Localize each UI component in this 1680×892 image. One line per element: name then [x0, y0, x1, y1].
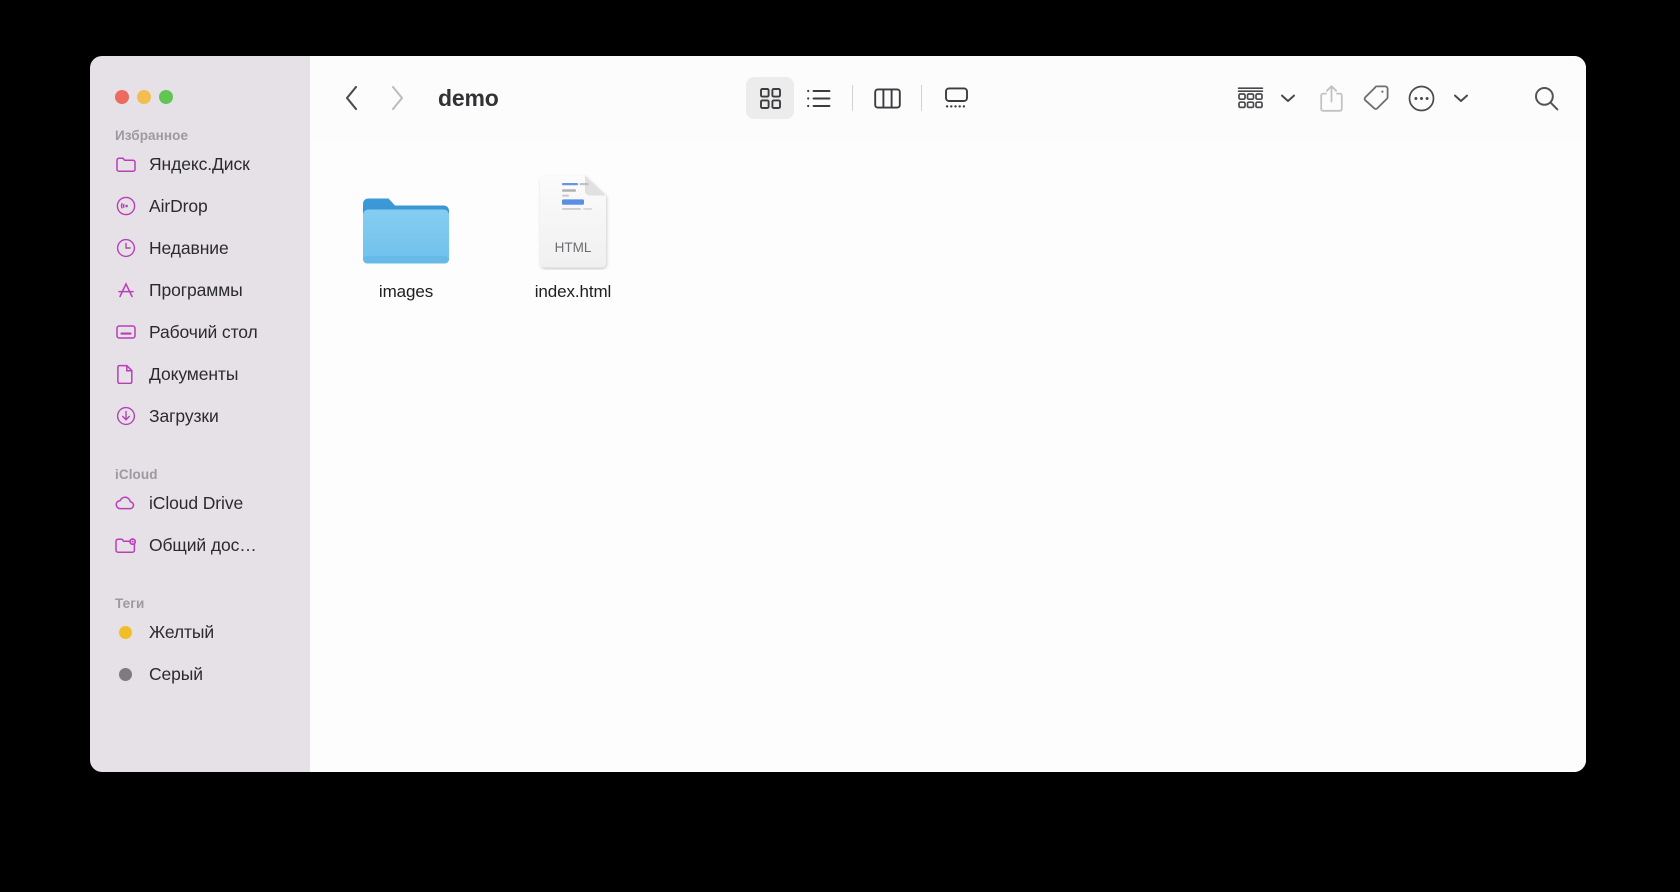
tags-button[interactable] [1353, 76, 1399, 120]
sidebar-section-tags: Теги Желтый Серый [90, 596, 310, 695]
sidebar-item-label: Рабочий стол [149, 321, 258, 342]
view-mode-group [746, 77, 980, 119]
sidebar-item-label: iCloud Drive [149, 492, 244, 513]
sidebar-item-yandex-disk[interactable]: Яндекс.Диск [90, 143, 310, 185]
toolbar: demo [310, 56, 1586, 140]
column-view-button[interactable] [863, 77, 911, 119]
maximize-button[interactable] [159, 90, 173, 104]
file-grid: images HTML index.html [310, 140, 1586, 772]
sidebar-item-tag-yellow[interactable]: Желтый [90, 611, 310, 653]
group-by-button[interactable] [1228, 76, 1273, 120]
page-title: demo [438, 84, 499, 111]
sidebar-item-label: Серый [149, 663, 203, 684]
back-button[interactable] [328, 75, 374, 121]
folder-icon [344, 166, 468, 270]
traffic-lights [90, 56, 310, 104]
applications-icon [115, 280, 136, 301]
tag-dot-icon [115, 622, 136, 643]
sidebar-item-label: Недавние [149, 237, 229, 258]
sidebar-item-icloud-drive[interactable]: iCloud Drive [90, 482, 310, 524]
sidebar-item-documents[interactable]: Документы [90, 353, 310, 395]
tag-dot-icon [115, 664, 136, 685]
share-button[interactable] [1310, 76, 1353, 120]
sidebar-item-airdrop[interactable]: AirDrop [90, 185, 310, 227]
sidebar: Избранное Яндекс.Диск AirDrop Недавние П… [90, 56, 310, 772]
html-file-icon: HTML [511, 166, 635, 270]
file-type-badge: HTML [555, 240, 592, 255]
file-label: images [378, 282, 434, 301]
sidebar-item-label: Желтый [149, 621, 215, 642]
sidebar-section-title: Избранное [115, 128, 189, 143]
sidebar-section-icloud: iCloud iCloud Drive Общий дос… [90, 467, 310, 566]
sidebar-section-title: iCloud [115, 467, 158, 482]
gallery-view-button[interactable] [932, 77, 980, 119]
toolbar-actions [1228, 76, 1564, 120]
sidebar-item-recents[interactable]: Недавние [90, 227, 310, 269]
sidebar-item-label: Загрузки [149, 405, 219, 426]
sidebar-item-label: Программы [149, 279, 243, 300]
forward-button[interactable] [374, 75, 420, 121]
shared-folder-icon [115, 535, 136, 556]
icon-view-button[interactable] [746, 77, 795, 119]
cloud-icon [115, 493, 136, 514]
sidebar-item-label: Яндекс.Диск [149, 153, 250, 174]
document-icon [115, 364, 136, 385]
airdrop-icon [115, 196, 136, 217]
finder-window: Избранное Яндекс.Диск AirDrop Недавние П… [90, 56, 1586, 772]
folder-icon [115, 154, 136, 175]
sidebar-item-tag-gray[interactable]: Серый [90, 653, 310, 695]
chevron-down-icon[interactable] [1271, 76, 1310, 120]
list-view-button[interactable] [794, 77, 842, 119]
sidebar-item-shared[interactable]: Общий дос… [90, 524, 310, 566]
sidebar-section-title: Теги [115, 596, 145, 611]
sidebar-item-applications[interactable]: Программы [90, 269, 310, 311]
sidebar-item-label: Общий дос… [149, 534, 257, 555]
file-item-html[interactable]: HTML index.html [511, 166, 635, 302]
desktop-icon [115, 322, 136, 343]
sidebar-item-downloads[interactable]: Загрузки [90, 395, 310, 437]
sidebar-item-label: Документы [149, 363, 239, 384]
more-options-button[interactable] [1399, 76, 1444, 120]
sidebar-section-favorites: Избранное Яндекс.Диск AirDrop Недавние П… [90, 128, 310, 437]
chevron-down-icon[interactable] [1444, 76, 1478, 120]
main-pane: demo images HTML index.html [310, 56, 1586, 772]
file-label: index.html [534, 282, 612, 301]
sidebar-item-desktop[interactable]: Рабочий стол [90, 311, 310, 353]
clock-icon [115, 238, 136, 259]
downloads-icon [115, 406, 136, 427]
minimize-button[interactable] [137, 90, 151, 104]
close-button[interactable] [115, 90, 129, 104]
sidebar-item-label: AirDrop [149, 195, 208, 216]
toolbar-divider [852, 85, 854, 111]
search-button[interactable] [1524, 76, 1564, 120]
toolbar-divider [921, 85, 923, 111]
file-item-folder[interactable]: images [344, 166, 468, 302]
